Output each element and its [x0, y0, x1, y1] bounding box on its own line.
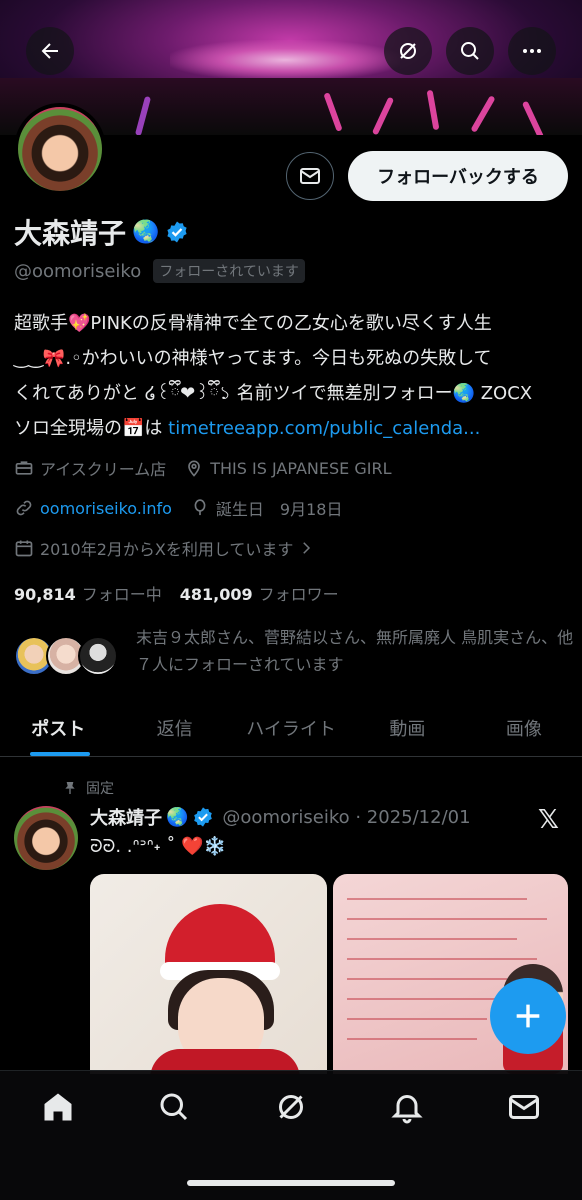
handwriting-line [347, 1038, 477, 1040]
birthday-text: 誕生日 9月18日 [215, 500, 343, 519]
post-text: ᘒᘒ. .ᐢᐣᐢ˖ ˚ ❤️❄️ [90, 836, 226, 857]
tab-replies[interactable]: 返信 [116, 700, 232, 756]
x-logo-icon[interactable]: 𝕏 [538, 805, 559, 835]
follow-stats: 90,814 フォロー中 481,009 フォロワー [14, 581, 339, 605]
following-stat[interactable]: 90,814 フォロー中 [14, 581, 162, 605]
bio-line: くれてありがと ໒꒰ྀི❤︎꒱ྀི১ 名前ツイで無差別フォロー🌏 ZOCX [14, 383, 533, 404]
bio-line: ‿‿🎀.◦かわいいの神様ヤってます。今日も死ぬの失敗して [14, 348, 492, 369]
profile-meta-row[interactable]: 2010年2月からXを利用しています [14, 536, 333, 560]
tab-images[interactable]: 画像 [466, 700, 582, 756]
earth-emoji: 🌏 [132, 219, 160, 245]
home-icon[interactable] [40, 1089, 76, 1125]
pinned-label: 固定 [86, 781, 114, 797]
profile-meta-row: アイスクリーム店 THIS IS JAPANESE GIRL [14, 456, 410, 480]
bio-link[interactable]: timetreeapp.com/public_calenda... [168, 418, 480, 439]
chevron-right-icon [303, 542, 311, 554]
tab-highlights[interactable]: ハイライト [233, 700, 349, 756]
category-item: アイスクリーム店 [14, 456, 166, 480]
notifications-icon[interactable] [389, 1089, 425, 1125]
grok-icon[interactable] [273, 1089, 309, 1125]
handwriting-line [347, 898, 527, 900]
followers-stat[interactable]: 481,009 フォロワー [180, 581, 339, 605]
calendar-icon [15, 540, 33, 557]
followers-count: 481,009 [179, 585, 253, 604]
handwriting-line [347, 958, 537, 960]
follower-avatar [78, 636, 118, 676]
compose-post-button[interactable] [490, 978, 566, 1054]
arrow-left-icon [41, 43, 58, 59]
joined-text: 2010年2月からXを利用しています [40, 540, 294, 559]
banner-stage-light [170, 40, 400, 80]
profile-name: 大森靖子 [14, 217, 127, 250]
profile-handle: @oomoriseiko [14, 260, 142, 282]
follows-you-badge: フォローされています [153, 259, 305, 283]
pin-icon [65, 782, 75, 794]
website-item[interactable]: oomoriseiko.info [14, 498, 172, 518]
grok-icon [400, 43, 416, 59]
profile-handle-row: @oomoriseiko フォローされています [14, 259, 305, 283]
location-item: THIS IS JAPANESE GIRL [184, 458, 392, 478]
profile-tabs: ポスト 返信 ハイライト 動画 画像 [0, 700, 582, 757]
joined-item[interactable]: 2010年2月からXを利用しています [14, 536, 315, 560]
search-icon[interactable] [156, 1089, 192, 1125]
handwriting-line [347, 1018, 487, 1020]
post-image[interactable] [90, 874, 327, 1074]
bio-text: ソロ全現場の📅は [14, 418, 169, 439]
balloon-icon [194, 499, 206, 516]
handwriting-line [347, 998, 497, 1000]
profile-avatar[interactable] [14, 103, 106, 195]
verified-badge-icon[interactable] [165, 220, 189, 244]
back-button[interactable] [26, 27, 74, 75]
following-count: 90,814 [14, 585, 76, 604]
post-meta: @oomoriseiko · 2025/12/01 [222, 806, 471, 828]
bio-line: 超歌手💖PINKの反骨精神で全ての乙女心を歌い尽くす人生 [14, 313, 492, 334]
known-followers[interactable]: 末吉９太郎さん、菅野結以さん、無所属廃人 鳥肌実さん、他７人にフォローされていま… [14, 624, 574, 684]
grok-button[interactable] [384, 27, 432, 75]
handwriting-line [347, 938, 517, 940]
tab-videos[interactable]: 動画 [349, 700, 465, 756]
more-horizontal-icon [523, 49, 541, 53]
handwriting-line [347, 978, 507, 980]
bio-line: ソロ全現場の📅は timetreeapp.com/public_calenda.… [14, 411, 574, 446]
post-author-name[interactable]: 大森靖子 [90, 804, 162, 830]
link-icon [16, 500, 32, 516]
handwriting-line [347, 918, 547, 920]
birthday-item: 誕生日 9月18日 [190, 496, 343, 520]
known-followers-text: 末吉９太郎さん、菅野結以さん、無所属廃人 鳥肌実さん、他７人にフォローされていま… [136, 628, 574, 674]
verified-badge-icon[interactable] [192, 806, 214, 828]
home-indicator[interactable] [187, 1180, 395, 1186]
follow-back-button[interactable]: フォローバックする [348, 151, 568, 201]
followers-label: フォロワー [258, 585, 339, 604]
profile-bio: 超歌手💖PINKの反骨精神で全ての乙女心を歌い尽くす人生 ‿‿🎀.◦かわいいの神… [14, 306, 574, 446]
search-button[interactable] [446, 27, 494, 75]
briefcase-icon [15, 461, 33, 475]
mail-icon [300, 168, 320, 184]
category-text: アイスクリーム店 [40, 460, 167, 479]
search-icon [461, 42, 479, 60]
profile-name-row: 大森靖子 🌏 [14, 212, 189, 252]
tab-posts[interactable]: ポスト [0, 700, 116, 756]
plus-icon [516, 1004, 540, 1028]
location-text: THIS IS JAPANESE GIRL [210, 458, 392, 478]
website-link[interactable]: oomoriseiko.info [40, 499, 172, 518]
message-button[interactable] [286, 152, 334, 200]
messages-icon[interactable] [506, 1089, 542, 1125]
following-label: フォロー中 [81, 585, 162, 604]
post-header: 大森靖子 🌏 @oomoriseiko · 2025/12/01 [90, 804, 471, 830]
pinned-indicator: 固定 [62, 778, 114, 798]
location-pin-icon [188, 460, 201, 477]
more-button[interactable] [508, 27, 556, 75]
profile-meta-row: oomoriseiko.info 誕生日 9月18日 [14, 496, 360, 520]
post-author-avatar[interactable] [14, 806, 78, 870]
earth-emoji: 🌏 [166, 806, 189, 828]
